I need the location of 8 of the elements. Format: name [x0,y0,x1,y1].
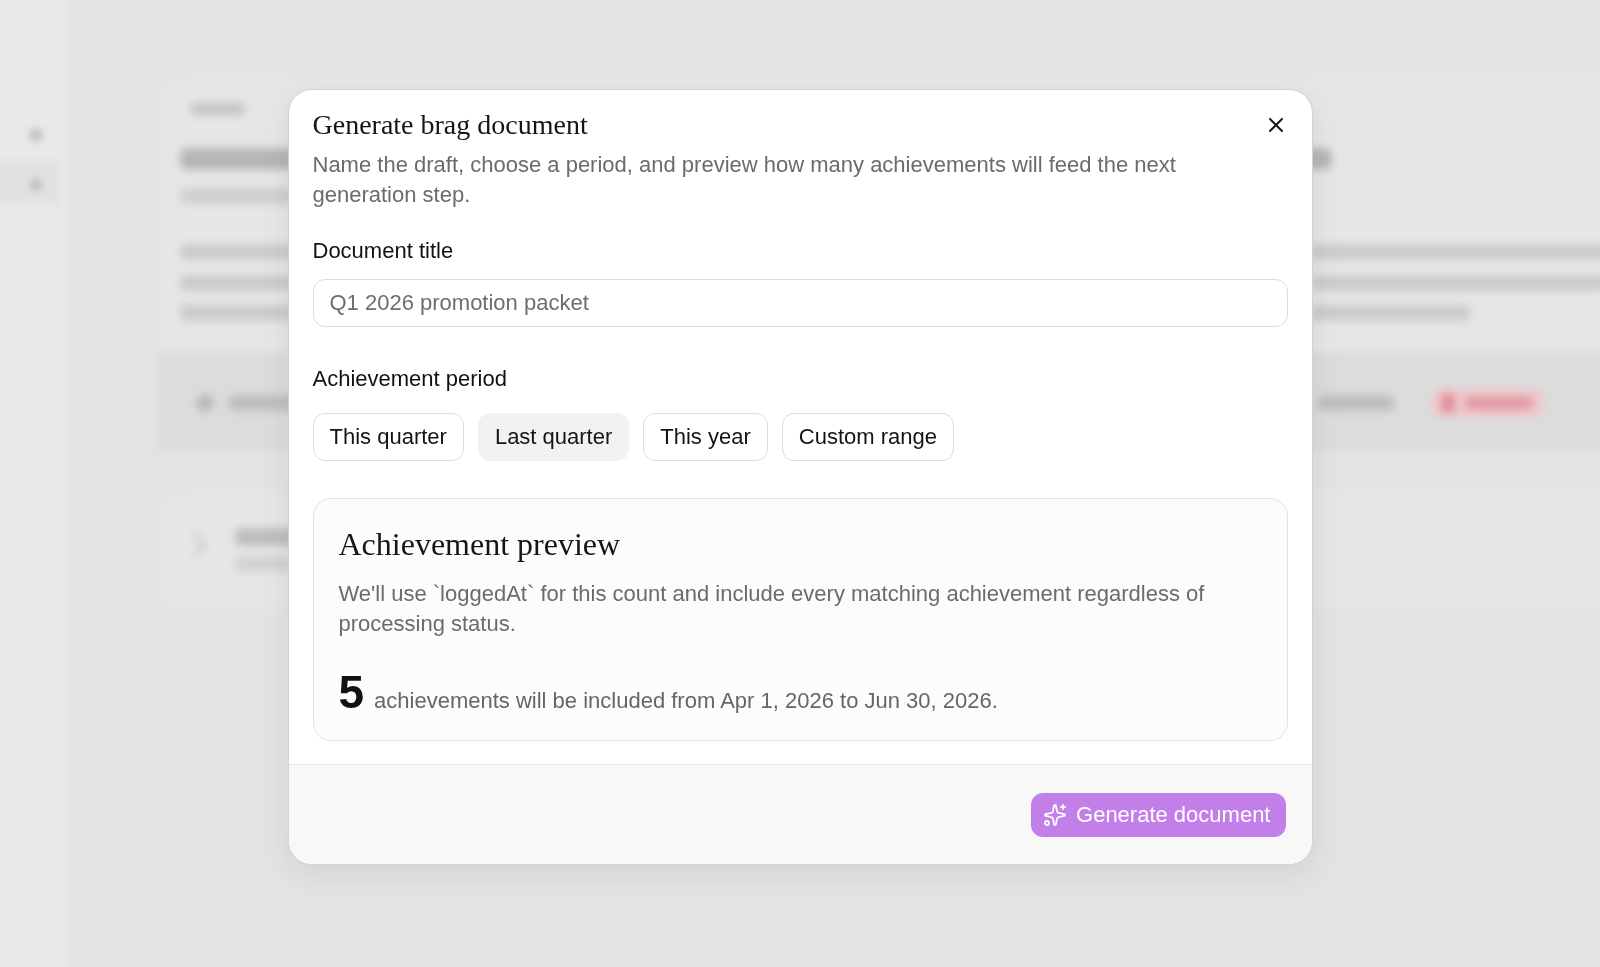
preview-title: Achievement preview [338,526,622,562]
preview-summary: achievements will be included from Apr 1, 2026 to Jun 30, 2026. [374,687,998,715]
preview-note: We'll use `loggedAt` for this count and include every matching achievement regardless of processing status. [338,580,1206,638]
field-label: Achievement period [312,366,508,392]
achievement-count: 5 [338,668,365,716]
field-label: Document title [312,238,455,264]
dialog-description: Name the draft, choose a period, and preview how many achievements will feed the next generation step. [312,151,1177,209]
dialog-title: Generate brag document [312,110,588,140]
